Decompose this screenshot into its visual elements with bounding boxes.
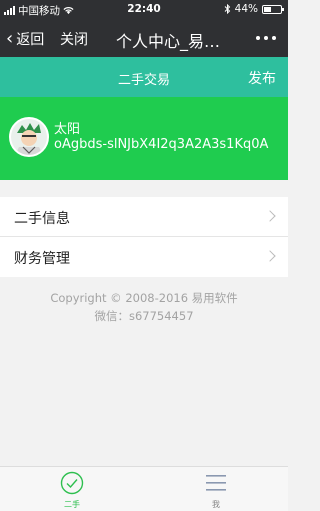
status-bar: 中国移动 22:40 44% <box>0 0 288 20</box>
user-id: oAgbds-slNJbX4I2q3A2A3s1Kq0A <box>54 137 269 152</box>
menu-item-second-hand-info[interactable]: 二手信息 <box>0 197 288 237</box>
publish-button[interactable]: 发布 <box>248 68 276 88</box>
menu-icon <box>206 475 226 491</box>
check-circle-icon <box>60 471 84 495</box>
wechat-contact: 微信：s67754457 <box>94 309 194 323</box>
menu-item-label: 财务管理 <box>14 251 70 267</box>
back-label: 返回 <box>16 32 45 48</box>
bluetooth-icon <box>224 4 230 14</box>
tab-label: 我 <box>212 500 220 509</box>
chevron-left-icon: ‹ <box>6 28 14 49</box>
section-header: 二手交易 发布 <box>0 57 288 97</box>
tab-bar: 二手 我 <box>0 466 288 511</box>
menu-item-finance[interactable]: 财务管理 <box>0 237 288 277</box>
tab-me[interactable]: 我 <box>186 471 246 510</box>
section-title: 二手交易 <box>117 73 170 88</box>
status-right: 44% <box>224 3 284 15</box>
battery-icon <box>262 4 284 14</box>
chevron-right-icon <box>264 210 276 222</box>
back-button[interactable]: ‹ 返回 <box>6 29 44 49</box>
tab-second-hand[interactable]: 二手 <box>42 471 102 510</box>
chevron-right-icon <box>264 250 276 262</box>
battery-percent: 44% <box>234 3 258 15</box>
avatar <box>9 117 49 157</box>
tab-label: 二手 <box>64 500 80 509</box>
nav-bar: ‹ 返回 关闭 个人中心_易… <box>0 20 288 57</box>
user-name: 太阳 <box>54 122 81 137</box>
page-title: 个人中心_易… <box>116 32 221 51</box>
close-button[interactable]: 关闭 <box>60 29 88 49</box>
menu-item-label: 二手信息 <box>14 211 70 227</box>
more-icon[interactable] <box>256 36 276 40</box>
copyright-footer: Copyright © 2008-2016 易用软件 微信：s67754457 <box>0 289 288 325</box>
profile-card: 太阳 oAgbds-slNJbX4I2q3A2A3s1Kq0A <box>0 97 288 180</box>
copyright-text: Copyright © 2008-2016 易用软件 <box>50 291 238 305</box>
menu-list: 二手信息 财务管理 <box>0 197 288 277</box>
